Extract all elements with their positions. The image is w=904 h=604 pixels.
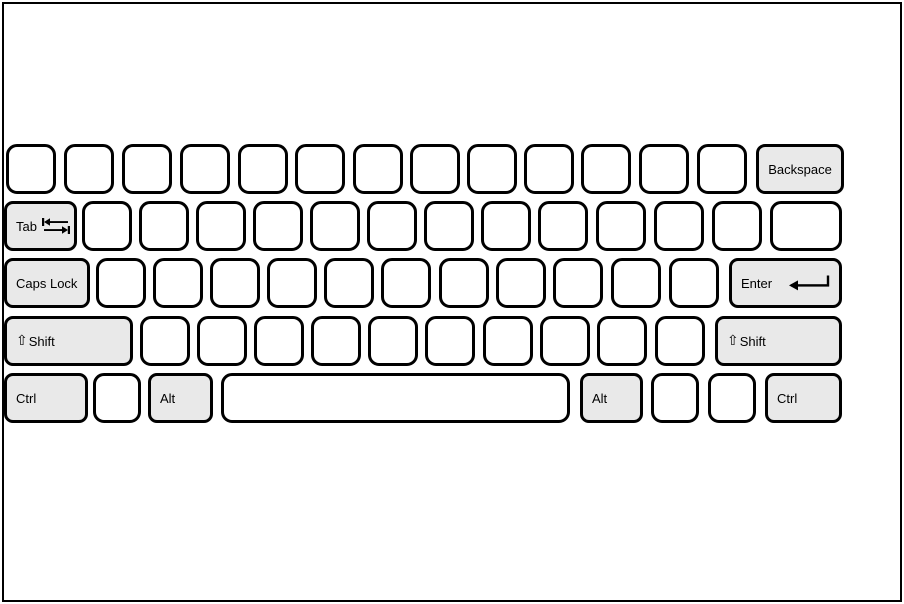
- key-ctrl-left-label: Ctrl: [7, 392, 36, 405]
- enter-arrow-icon: [783, 273, 835, 293]
- keyboard-diagram-page: Backspace Tab Caps Lock Enter ⇧ Shift ⇧ Shift Ct…: [0, 0, 904, 604]
- key-shift-right-label: ⇧ Shift: [718, 332, 766, 349]
- key-blank-14[interactable]: [82, 201, 132, 251]
- key-shift-left-label: ⇧ Shift: [7, 332, 55, 349]
- key-blank-48[interactable]: [93, 373, 141, 423]
- key-backspace-text: Backspace: [768, 161, 832, 177]
- key-blank-50[interactable]: [708, 373, 756, 423]
- key-blank-33[interactable]: [439, 258, 489, 308]
- key-blank-8[interactable]: [410, 144, 460, 194]
- key-blank-31[interactable]: [324, 258, 374, 308]
- key-blank-12[interactable]: [639, 144, 689, 194]
- key-blank-9[interactable]: [467, 144, 517, 194]
- key-blank-21[interactable]: [481, 201, 531, 251]
- key-blank-4[interactable]: [180, 144, 230, 194]
- key-blank-30[interactable]: [267, 258, 317, 308]
- key-blank-19[interactable]: [367, 201, 417, 251]
- key-blank-46[interactable]: [597, 316, 647, 366]
- key-backspace-label: Backspace: [759, 163, 841, 176]
- key-blank-35[interactable]: [553, 258, 603, 308]
- key-enter-label: Enter: [732, 273, 835, 293]
- key-caps-lock-label: Caps Lock: [7, 277, 77, 290]
- shift-up-arrow-icon: ⇧: [727, 332, 739, 348]
- key-blank-13[interactable]: [697, 144, 747, 194]
- key-blank-36[interactable]: [611, 258, 661, 308]
- key-blank-28[interactable]: [153, 258, 203, 308]
- key-shift-right[interactable]: ⇧ Shift: [715, 316, 842, 366]
- key-blank-41[interactable]: [311, 316, 361, 366]
- key-blank-40[interactable]: [254, 316, 304, 366]
- key-blank-32[interactable]: [381, 258, 431, 308]
- key-blank-16[interactable]: [196, 201, 246, 251]
- key-shift-left-text: Shift: [28, 333, 55, 349]
- key-blank-2[interactable]: [64, 144, 114, 194]
- key-blank-42[interactable]: [368, 316, 418, 366]
- key-blank-3[interactable]: [122, 144, 172, 194]
- keyboard-layout: Backspace Tab Caps Lock Enter ⇧ Shift ⇧ Shift Ct…: [0, 0, 904, 604]
- watermark: www.0to5.com.au by nighstar mayfair: [842, 0, 904, 604]
- key-blank-24[interactable]: [654, 201, 704, 251]
- key-ctrl-left-text: Ctrl: [16, 390, 37, 406]
- key-enter-text: Enter: [741, 275, 773, 291]
- key-enter[interactable]: Enter: [729, 258, 842, 308]
- key-tab-text: Tab: [16, 218, 37, 234]
- key-caps-lock-text: Caps Lock: [16, 275, 78, 291]
- key-tab[interactable]: Tab: [4, 201, 77, 251]
- key-blank-20[interactable]: [424, 201, 474, 251]
- key-shift-right-text: Shift: [739, 333, 766, 349]
- key-blank-7[interactable]: [353, 144, 403, 194]
- key-blank-18[interactable]: [310, 201, 360, 251]
- key-blank-11[interactable]: [581, 144, 631, 194]
- key-alt-left-text: Alt: [160, 390, 176, 406]
- key-blank-22[interactable]: [538, 201, 588, 251]
- key-blank-17[interactable]: [253, 201, 303, 251]
- key-alt-left[interactable]: Alt: [148, 373, 213, 423]
- key-blank-6[interactable]: [295, 144, 345, 194]
- key-alt-right[interactable]: Alt: [580, 373, 643, 423]
- key-blank-44[interactable]: [483, 316, 533, 366]
- key-caps-lock[interactable]: Caps Lock: [4, 258, 90, 308]
- key-ctrl-right[interactable]: Ctrl: [765, 373, 842, 423]
- key-alt-left-label: Alt: [151, 392, 175, 405]
- tab-arrows-icon: [41, 215, 71, 237]
- key-blank-23[interactable]: [596, 201, 646, 251]
- key-alt-right-label: Alt: [583, 392, 607, 405]
- key-blank-37[interactable]: [669, 258, 719, 308]
- key-alt-right-text: Alt: [592, 390, 608, 406]
- key-blank-47[interactable]: [655, 316, 705, 366]
- key-blank-43[interactable]: [425, 316, 475, 366]
- key-blank-38[interactable]: [140, 316, 190, 366]
- key-blank-49[interactable]: [651, 373, 699, 423]
- key-backspace[interactable]: Backspace: [756, 144, 844, 194]
- key-blank-27[interactable]: [96, 258, 146, 308]
- key-space[interactable]: [221, 373, 570, 423]
- key-tab-label: Tab: [7, 215, 71, 237]
- key-blank-34[interactable]: [496, 258, 546, 308]
- key-blank-10[interactable]: [524, 144, 574, 194]
- key-blank-15[interactable]: [139, 201, 189, 251]
- key-blank-45[interactable]: [540, 316, 590, 366]
- key-blank-1[interactable]: [6, 144, 56, 194]
- key-blank-5[interactable]: [238, 144, 288, 194]
- key-ctrl-right-label: Ctrl: [768, 392, 797, 405]
- key-shift-left[interactable]: ⇧ Shift: [4, 316, 133, 366]
- key-blank-29[interactable]: [210, 258, 260, 308]
- key-ctrl-left[interactable]: Ctrl: [4, 373, 88, 423]
- key-blank-26[interactable]: [770, 201, 842, 251]
- key-ctrl-right-text: Ctrl: [777, 390, 798, 406]
- key-blank-39[interactable]: [197, 316, 247, 366]
- key-blank-25[interactable]: [712, 201, 762, 251]
- shift-up-arrow-icon: ⇧: [16, 332, 28, 348]
